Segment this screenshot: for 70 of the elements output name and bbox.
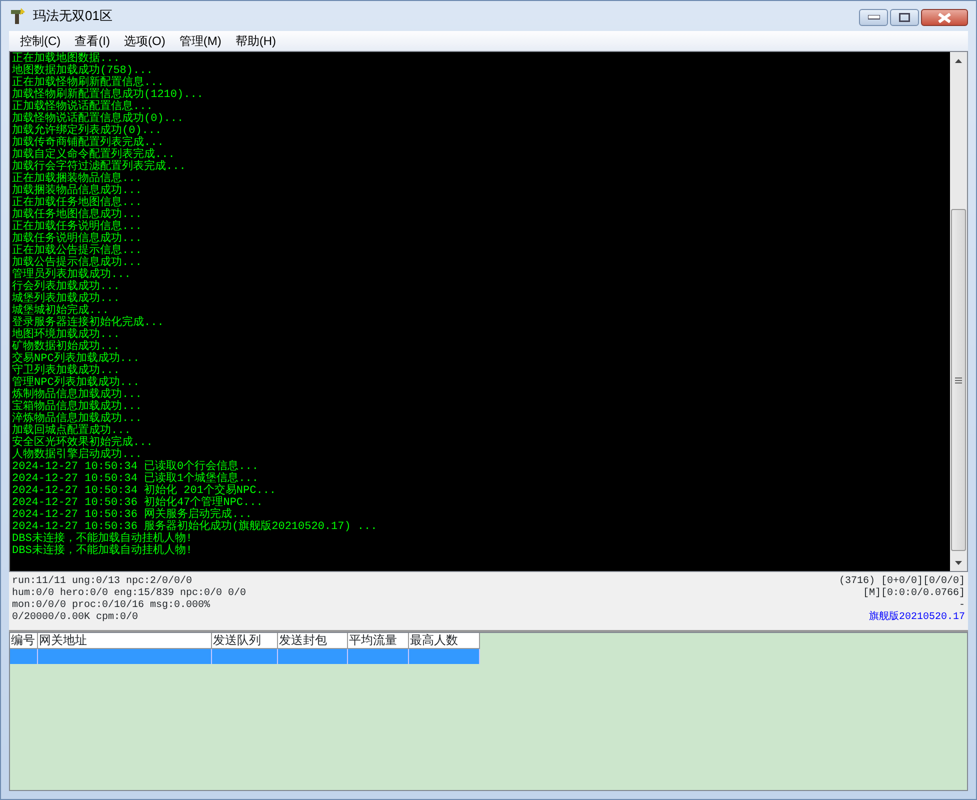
log-line: 2024-12-27 10:50:36 初始化47个管理NPC... xyxy=(12,497,263,509)
log-line: 正加载怪物说话配置信息... xyxy=(12,101,153,113)
log-line: DBS未连接，不能加载自动挂机人物! xyxy=(12,533,192,545)
log-line: 安全区光环效果初始完成... xyxy=(12,437,153,449)
close-icon xyxy=(938,12,951,22)
log-line: 正在加载任务地图信息... xyxy=(12,197,142,209)
log-line: 矿物数据初始成功... xyxy=(12,341,120,353)
log-line: 2024-12-27 10:50:34 初始化 201个交易NPC... xyxy=(12,485,276,497)
status-text: hum:0/0 hero:0/0 eng:15/839 npc:0/0 0/0 xyxy=(12,588,246,600)
log-line: 管理NPC列表加载成功... xyxy=(12,377,140,389)
close-button[interactable] xyxy=(921,9,968,26)
log-line: 2024-12-27 10:50:36 服务器初始化成功(旗舰版20210520.17) ... xyxy=(12,521,378,533)
column-header[interactable]: 编号 xyxy=(10,633,38,649)
log-line: 正在加载公告提示信息... xyxy=(12,245,142,257)
column-header[interactable]: 发送封包 xyxy=(278,633,348,649)
app-icon xyxy=(9,7,27,25)
column-header[interactable]: 最高人数 xyxy=(409,633,480,649)
log-line: 行会列表加载成功... xyxy=(12,281,120,293)
column-header[interactable]: 发送队列 xyxy=(212,633,278,649)
log-line: 宝箱物品信息加载成功... xyxy=(12,401,142,413)
window-title: 玛法无双01区 xyxy=(33,7,112,26)
status-text: mon:0/0/0 proc:0/10/16 msg:0.000% xyxy=(12,600,212,612)
log-line: 交易NPC列表加载成功... xyxy=(12,353,140,365)
log-line: 加载怪物刷新配置信息成功(1210)... xyxy=(12,89,204,101)
log-line: 加载传奇商铺配置列表完成... xyxy=(12,137,164,149)
minimize-icon xyxy=(868,15,880,20)
menu-item[interactable]: 控制(C) xyxy=(13,32,68,50)
log-line: 城堡列表加载成功... xyxy=(12,293,120,305)
log-line: 加载自定义命令配置列表完成... xyxy=(12,149,175,161)
minimize-button[interactable] xyxy=(859,9,888,26)
status-text: (3716) [0+0/0][0/0/0] xyxy=(838,576,965,588)
status-text: run:11/11 ung:0/13 npc:2/0/0/0 xyxy=(12,576,194,588)
log-line: 管理员列表加载成功... xyxy=(12,269,131,281)
log-line: DBS未连接，不能加载自动挂机人物! xyxy=(12,545,192,557)
log-line: 正在加载地图数据... xyxy=(12,53,120,65)
scrollbar-thumb[interactable] xyxy=(951,209,966,551)
log-line: 2024-12-27 10:50:36 网关服务启动完成... xyxy=(12,509,252,521)
log-line: 加载捆装物品信息成功... xyxy=(12,185,142,197)
log-line: 正在加载捆装物品信息... xyxy=(12,173,142,185)
log-line: 正在加载任务说明信息... xyxy=(12,221,142,233)
log-line: 加载允许绑定列表成功(0)... xyxy=(12,125,162,137)
menu-item[interactable]: 管理(M) xyxy=(172,32,228,50)
log-line: 正在加载怪物刷新配置信息... xyxy=(12,77,164,89)
menu-item[interactable]: 查看(I) xyxy=(68,32,117,50)
log-line: 守卫列表加载成功... xyxy=(12,365,120,377)
log-line: 炼制物品信息加载成功... xyxy=(12,389,142,401)
status-text: [M][0:0:0/0.0766] xyxy=(862,588,965,600)
version-label: 旗舰版20210520.17 xyxy=(868,612,965,624)
log-line: 加载任务地图信息成功... xyxy=(12,209,142,221)
log-line: 淬炼物品信息加载成功... xyxy=(12,413,142,425)
menu-item[interactable]: 帮助(H) xyxy=(228,32,283,50)
log-line: 2024-12-27 10:50:34 已读取0个行会信息... xyxy=(12,461,258,473)
log-line: 登录服务器连接初始化完成... xyxy=(12,317,164,329)
log-line: 2024-12-27 10:50:34 已读取1个城堡信息... xyxy=(12,473,258,485)
log-line: 加载任务说明信息成功... xyxy=(12,233,142,245)
status-text: - xyxy=(958,600,965,612)
maximize-button[interactable] xyxy=(890,9,919,26)
log-line: 加载回城点配置成功... xyxy=(12,425,131,437)
log-line: 加载行会字符过滤配置列表完成... xyxy=(12,161,186,173)
log-line: 加载公告提示信息成功... xyxy=(12,257,142,269)
column-header[interactable]: 平均流量 xyxy=(348,633,409,649)
status-text: 0/20000/0.00K cpm:0/0 xyxy=(12,612,140,624)
log-line: 人物数据引擎启动成功... xyxy=(12,449,142,461)
menu-item[interactable]: 选项(O) xyxy=(117,32,172,50)
log-line: 地图环境加载成功... xyxy=(12,329,120,341)
log-line: 加载怪物说话配置信息成功(0)... xyxy=(12,113,184,125)
maximize-icon xyxy=(899,13,910,22)
log-line: 城堡城初始完成... xyxy=(12,305,109,317)
column-header[interactable]: 网关地址 xyxy=(38,633,212,649)
log-line: 地图数据加载成功(758)... xyxy=(12,65,153,77)
